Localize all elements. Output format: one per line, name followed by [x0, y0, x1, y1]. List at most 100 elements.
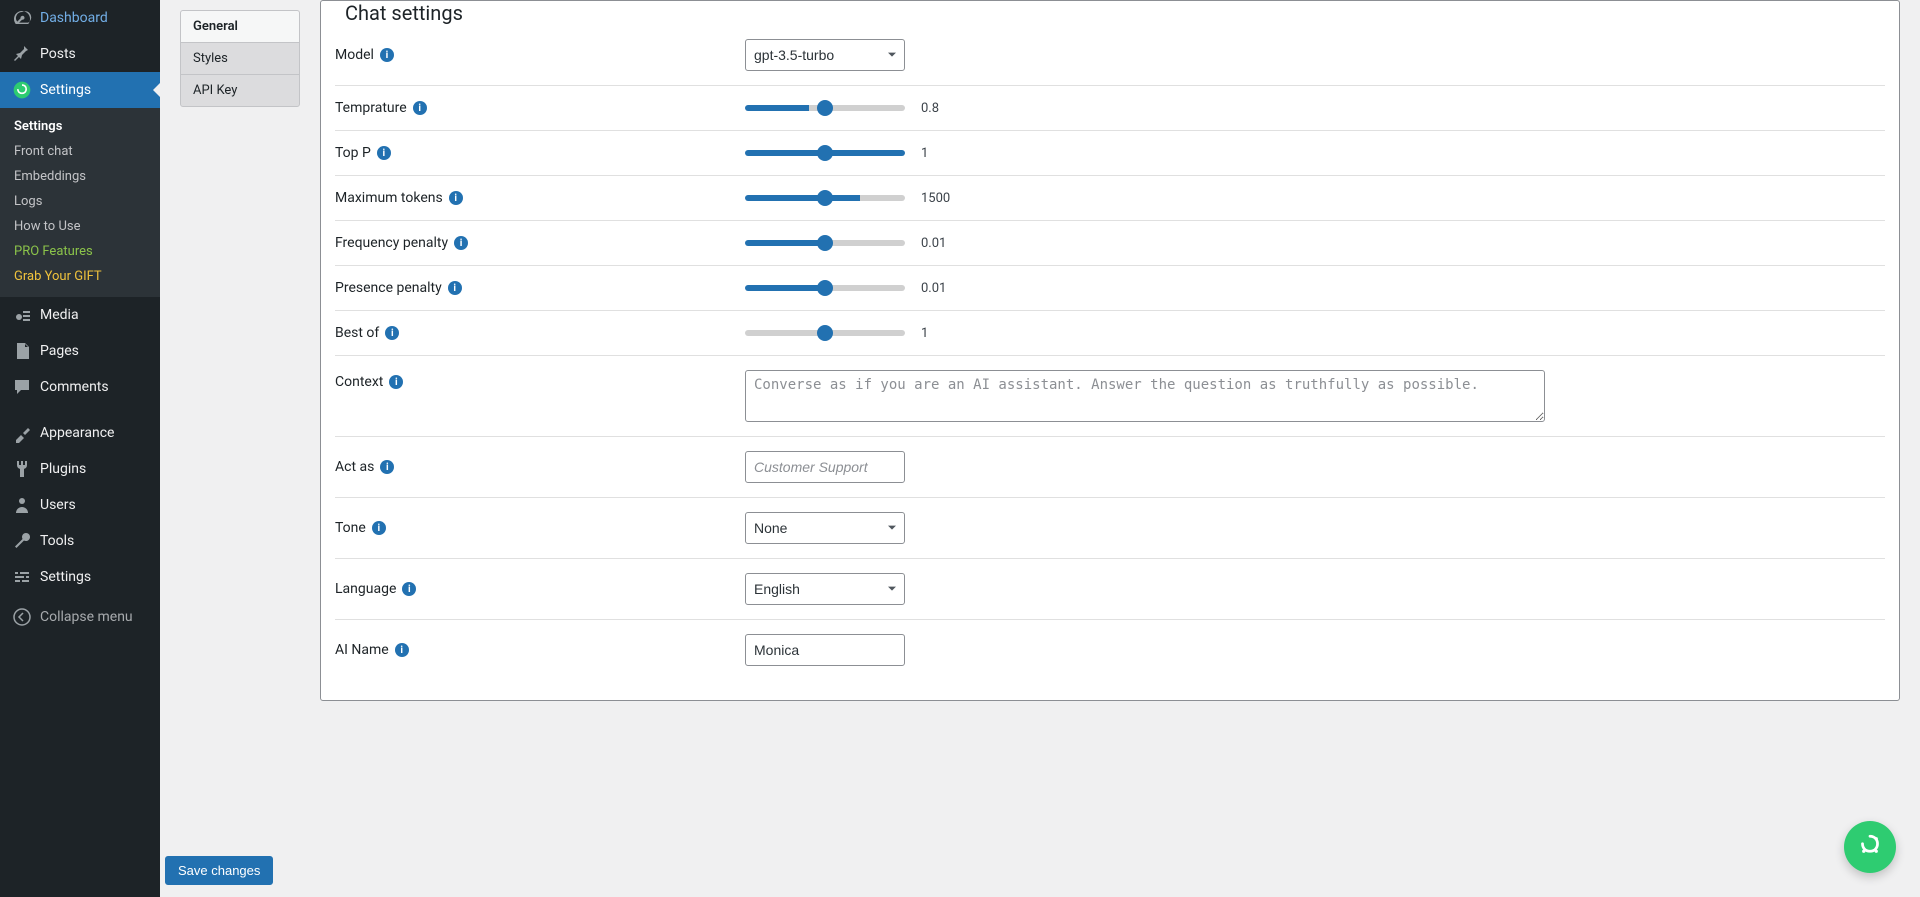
- submenu-item-grab-gift[interactable]: Grab Your GIFT: [0, 264, 160, 289]
- pres-penalty-value: 0.01: [921, 281, 961, 296]
- info-icon[interactable]: i: [380, 460, 394, 474]
- user-icon: [12, 495, 32, 515]
- sidebar-item-plugin-settings[interactable]: Settings: [0, 72, 160, 108]
- sidebar-collapse-button[interactable]: Collapse menu: [0, 599, 160, 635]
- collapse-label: Collapse menu: [40, 609, 133, 625]
- info-icon[interactable]: i: [385, 326, 399, 340]
- sidebar-item-dashboard[interactable]: Dashboard: [0, 0, 160, 36]
- row-freq-penalty: Frequency penalty i 0.01: [335, 221, 1885, 266]
- sidebar-label: Media: [40, 307, 79, 323]
- label-tone: Tone i: [335, 520, 745, 536]
- label-max-tokens: Maximum tokens i: [335, 190, 745, 206]
- sidebar-item-posts[interactable]: Posts: [0, 36, 160, 72]
- temperature-slider[interactable]: [745, 105, 905, 111]
- info-icon[interactable]: i: [402, 582, 416, 596]
- panel-area: Chat settings Model i gpt-3.5-turbo: [320, 0, 1900, 877]
- row-model: Model i gpt-3.5-turbo: [335, 25, 1885, 86]
- collapse-icon: [12, 607, 32, 627]
- tab-general[interactable]: General: [180, 10, 300, 42]
- label-pres-penalty: Presence penalty i: [335, 280, 745, 296]
- ai-name-input[interactable]: [745, 634, 905, 666]
- plug-icon: [12, 459, 32, 479]
- chat-settings-fieldset: Chat settings Model i gpt-3.5-turbo: [320, 0, 1900, 701]
- act-as-input[interactable]: [745, 451, 905, 483]
- row-temperature: Temprature i 0.8: [335, 86, 1885, 131]
- sidebar-item-media[interactable]: Media: [0, 297, 160, 333]
- row-context: Context i: [335, 356, 1885, 437]
- context-textarea[interactable]: [745, 370, 1545, 422]
- sidebar-label: Dashboard: [40, 10, 108, 26]
- submenu-item-settings[interactable]: Settings: [0, 114, 160, 139]
- top-p-slider[interactable]: [745, 150, 905, 156]
- label-temperature: Temprature i: [335, 100, 745, 116]
- label-ai-name: AI Name i: [335, 642, 745, 658]
- media-icon: [12, 305, 32, 325]
- label-act-as: Act as i: [335, 459, 745, 475]
- model-select[interactable]: gpt-3.5-turbo: [745, 39, 905, 71]
- plugin-logo-icon: [1855, 830, 1885, 864]
- sidebar-item-plugins[interactable]: Plugins: [0, 451, 160, 487]
- row-act-as: Act as i: [335, 437, 1885, 498]
- freq-penalty-slider[interactable]: [745, 240, 905, 246]
- max-tokens-slider[interactable]: [745, 195, 905, 201]
- sidebar-item-users[interactable]: Users: [0, 487, 160, 523]
- tab-api-key[interactable]: API Key: [180, 74, 300, 107]
- wrench-icon: [12, 531, 32, 551]
- temperature-value: 0.8: [921, 101, 961, 116]
- sidebar-item-wp-settings[interactable]: Settings: [0, 559, 160, 595]
- sidebar-label: Plugins: [40, 461, 86, 477]
- info-icon[interactable]: i: [448, 281, 462, 295]
- sidebar-submenu: Settings Front chat Embeddings Logs How …: [0, 108, 160, 297]
- gauge-icon: [12, 8, 32, 28]
- info-icon[interactable]: i: [395, 643, 409, 657]
- sidebar-label: Settings: [40, 569, 91, 585]
- info-icon[interactable]: i: [454, 236, 468, 250]
- sidebar-label: Settings: [40, 82, 91, 98]
- info-icon[interactable]: i: [449, 191, 463, 205]
- freq-penalty-value: 0.01: [921, 236, 961, 251]
- sidebar-item-comments[interactable]: Comments: [0, 369, 160, 405]
- submenu-item-embeddings[interactable]: Embeddings: [0, 164, 160, 189]
- best-of-slider[interactable]: [745, 330, 905, 336]
- label-language: Language i: [335, 581, 745, 597]
- row-top-p: Top P i 1: [335, 131, 1885, 176]
- best-of-value: 1: [921, 326, 961, 341]
- sidebar-item-pages[interactable]: Pages: [0, 333, 160, 369]
- brush-icon: [12, 423, 32, 443]
- sidebar-label: Comments: [40, 379, 109, 395]
- pres-penalty-slider[interactable]: [745, 285, 905, 291]
- submenu-item-logs[interactable]: Logs: [0, 189, 160, 214]
- row-ai-name: AI Name i: [335, 620, 1885, 680]
- sidebar-item-appearance[interactable]: Appearance: [0, 415, 160, 451]
- submenu-item-pro-features[interactable]: PRO Features: [0, 239, 160, 264]
- save-bar: Save changes: [165, 856, 273, 885]
- row-pres-penalty: Presence penalty i 0.01: [335, 266, 1885, 311]
- submenu-item-how-to-use[interactable]: How to Use: [0, 214, 160, 239]
- top-p-value: 1: [921, 146, 961, 161]
- submenu-item-front-chat[interactable]: Front chat: [0, 139, 160, 164]
- sidebar-label: Users: [40, 497, 76, 513]
- language-select[interactable]: English: [745, 573, 905, 605]
- tab-styles[interactable]: Styles: [180, 42, 300, 74]
- sidebar-item-tools[interactable]: Tools: [0, 523, 160, 559]
- info-icon[interactable]: i: [377, 146, 391, 160]
- help-bubble-button[interactable]: [1844, 821, 1896, 873]
- tone-select[interactable]: None: [745, 512, 905, 544]
- info-icon[interactable]: i: [380, 48, 394, 62]
- save-button[interactable]: Save changes: [165, 856, 273, 885]
- row-best-of: Best of i 1: [335, 311, 1885, 356]
- sidebar-label: Pages: [40, 343, 79, 359]
- fieldset-legend: Chat settings: [339, 1, 469, 25]
- info-icon[interactable]: i: [389, 375, 403, 389]
- settings-tabs: General Styles API Key: [180, 10, 300, 877]
- row-max-tokens: Maximum tokens i 1500: [335, 176, 1885, 221]
- info-icon[interactable]: i: [413, 101, 427, 115]
- comments-icon: [12, 377, 32, 397]
- sidebar-label: Appearance: [40, 425, 114, 441]
- pin-icon: [12, 44, 32, 64]
- max-tokens-value: 1500: [921, 191, 961, 206]
- info-icon[interactable]: i: [372, 521, 386, 535]
- label-best-of: Best of i: [335, 325, 745, 341]
- content-wrap: General Styles API Key Chat settings Mod…: [160, 0, 1920, 897]
- row-language: Language i English: [335, 559, 1885, 620]
